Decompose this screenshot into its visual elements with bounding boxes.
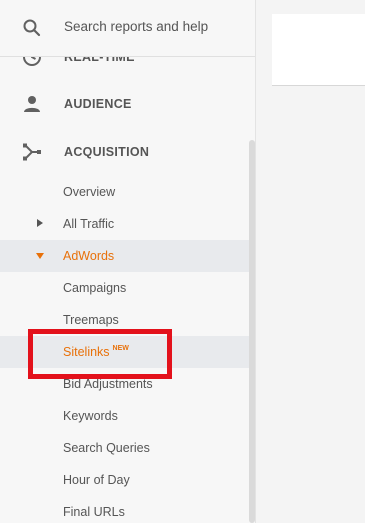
nav-item-label: Search Queries [63, 441, 150, 455]
collapse-arrow-icon [36, 253, 44, 259]
nav-item-overview[interactable]: Overview [0, 176, 249, 208]
acquisition-icon [23, 143, 41, 161]
nav-item-label: All Traffic [63, 217, 115, 231]
sidebar-scrollbar[interactable] [249, 140, 255, 523]
person-icon [24, 96, 40, 112]
nav-section-acquisition[interactable]: ACQUISITION [0, 132, 255, 172]
nav-item-keywords[interactable]: Keywords [0, 400, 249, 432]
nav-item-all-traffic[interactable]: All Traffic [0, 208, 249, 240]
nav-item-label: Bid Adjustments [63, 377, 153, 391]
nav-item-final-urls[interactable]: Final URLs [0, 496, 249, 523]
annotation-highlight-box [28, 329, 172, 379]
sidebar: Search reports and help REAL-TIME AUDIEN… [0, 0, 256, 523]
nav-item-label: Final URLs [63, 505, 125, 519]
nav-item-campaigns[interactable]: Campaigns [0, 272, 249, 304]
nav-item-adwords[interactable]: AdWords [0, 240, 249, 272]
nav-item-hour-of-day[interactable]: Hour of Day [0, 464, 249, 496]
nav-item-label: Treemaps [63, 313, 119, 327]
search-icon [23, 19, 41, 37]
nav-item-label: Keywords [63, 409, 118, 423]
search-bar[interactable]: Search reports and help [0, 0, 255, 57]
nav-item-label: Overview [63, 185, 116, 199]
nav-item-label: Hour of Day [63, 473, 130, 487]
nav-section-label: ACQUISITION [64, 145, 150, 159]
content-card [272, 14, 365, 86]
nav-section-audience[interactable]: AUDIENCE [0, 84, 255, 124]
nav-item-label: Campaigns [63, 281, 127, 295]
nav-item-search-queries[interactable]: Search Queries [0, 432, 249, 464]
search-input[interactable]: Search reports and help [64, 19, 208, 34]
expand-arrow-icon [37, 219, 43, 227]
nav-item-label: AdWords [63, 249, 115, 263]
nav-section-label: AUDIENCE [64, 97, 132, 111]
